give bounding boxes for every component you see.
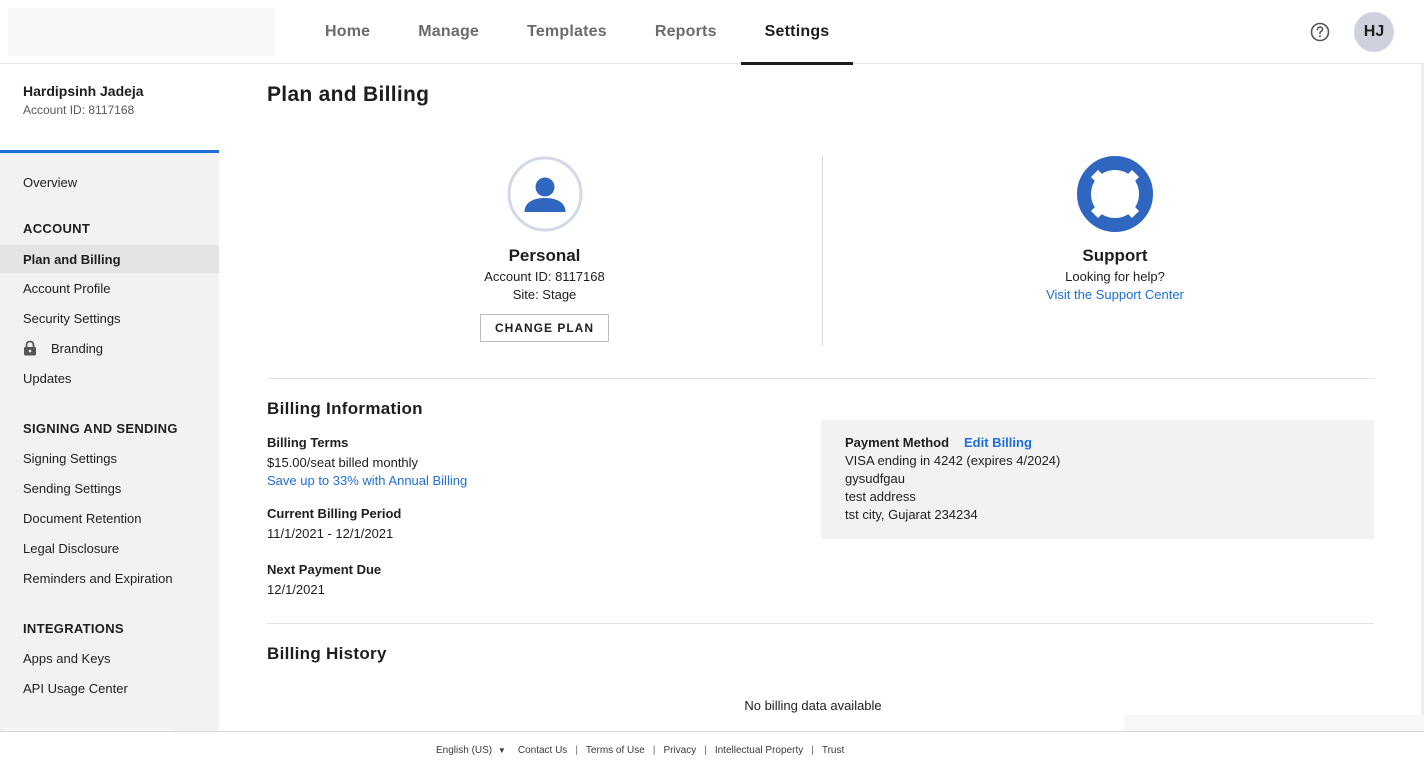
language-label: English (US) [436,745,493,756]
sidebar-item-signing-settings[interactable]: Signing Settings [0,444,219,472]
sidebar-item-api-usage-center[interactable]: API Usage Center [0,674,219,702]
billing-period-label: Current Billing Period [267,506,402,521]
payment-address: test address [845,489,916,504]
caret-down-icon: ▼ [497,746,506,755]
personal-site: Site: Stage [512,287,577,302]
language-selector[interactable]: English (US) ▼ [436,745,506,756]
sidebar-section-integrations: INTEGRATIONS [23,621,124,636]
nav-settings[interactable]: Settings [740,0,854,65]
sidebar-section-account: ACCOUNT [23,221,91,236]
footer-intellectual-property[interactable]: Intellectual Property [715,745,803,756]
payment-city: tst city, Gujarat 234234 [845,507,978,522]
person-icon [507,156,583,232]
section-divider [267,623,1374,624]
footer-separator: | [652,745,656,756]
footer-links: English (US) ▼ Contact Us | Terms of Use… [436,745,844,756]
page-title: Plan and Billing [267,83,430,106]
personal-title: Personal [508,246,581,265]
billing-history-empty: No billing data available [744,698,882,713]
logo-area [8,8,275,56]
footer-contact-us[interactable]: Contact Us [518,745,567,756]
sidebar-item-document-retention[interactable]: Document Retention [0,504,219,532]
annual-billing-link[interactable]: Save up to 33% with Annual Billing [267,473,467,488]
main-content: Plan and Billing Personal Account ID: 81… [219,64,1424,732]
support-title: Support [1082,246,1148,265]
billing-history-title: Billing History [267,644,387,663]
footer-separator: | [704,745,707,756]
personal-account-id: Account ID: 8117168 [484,269,605,284]
sidebar-user-info: Hardipsinh Jadeja Account ID: 8117168 [0,64,219,153]
sidebar-item-overview[interactable]: Overview [0,168,219,196]
user-account-id: Account ID: 8117168 [23,103,135,117]
settings-sidebar: Hardipsinh Jadeja Account ID: 8117168 Ov… [0,64,219,758]
sidebar-section-signing-and-sending: SIGNING AND SENDING [23,421,178,436]
change-plan-button[interactable]: CHANGE PLAN [479,314,609,342]
sidebar-item-branding[interactable]: Branding [0,334,219,362]
user-name: Hardipsinh Jadeja [23,83,144,99]
personal-plan-card: Personal Account ID: 8117168 Site: Stage… [267,156,822,346]
billing-details: Billing Terms $15.00/seat billed monthly… [267,435,767,597]
user-avatar[interactable]: HJ [1354,12,1394,52]
sidebar-item-reminders-and-expiration[interactable]: Reminders and Expiration [0,564,219,592]
sidebar-item-branding-label: Branding [51,340,104,356]
sidebar-item-updates[interactable]: Updates [0,364,219,392]
sidebar-item-plan-and-billing[interactable]: Plan and Billing [0,245,219,273]
billing-period-value: 11/1/2021 - 12/1/2021 [267,526,394,541]
nav-templates[interactable]: Templates [503,0,631,64]
support-card: Support Looking for help? Visit the Supp… [822,156,1407,346]
nav-reports[interactable]: Reports [631,0,741,64]
sidebar-item-security-settings[interactable]: Security Settings [0,304,219,332]
lifebuoy-icon [1077,156,1153,232]
footer: English (US) ▼ Contact Us | Terms of Use… [0,731,1424,766]
footer-separator: | [575,745,578,756]
next-payment-label: Next Payment Due [267,562,382,577]
lock-icon [23,340,37,356]
edit-billing-link[interactable]: Edit Billing [964,435,1032,450]
sidebar-item-apps-and-keys[interactable]: Apps and Keys [0,644,219,672]
billing-terms-label: Billing Terms [267,435,349,450]
footer-privacy[interactable]: Privacy [663,745,696,756]
footer-separator: | [811,745,814,756]
nav-manage[interactable]: Manage [394,0,503,64]
sidebar-item-sending-settings[interactable]: Sending Settings [0,474,219,502]
sidebar-item-account-profile[interactable]: Account Profile [0,274,219,302]
help-icon[interactable] [1309,21,1331,43]
billing-terms-value: $15.00/seat billed monthly [267,455,419,470]
section-divider [267,378,1374,379]
billing-information-title: Billing Information [267,399,423,418]
sidebar-item-legal-disclosure[interactable]: Legal Disclosure [0,534,219,562]
footer-trust[interactable]: Trust [822,745,844,756]
nav-home[interactable]: Home [301,0,394,64]
support-center-link[interactable]: Visit the Support Center [1046,287,1184,302]
support-text: Looking for help? [1065,269,1165,284]
payment-method-box: Payment Method Edit Billing VISA ending … [821,420,1374,539]
next-payment-value: 12/1/2021 [267,582,325,597]
main-nav: Home Manage Templates Reports Settings [301,0,854,65]
top-navigation-bar: Home Manage Templates Reports Settings H… [0,0,1424,65]
payment-name: gysudfgau [845,471,905,486]
payment-card: VISA ending in 4242 (expires 4/2024) [845,453,1061,468]
payment-method-label: Payment Method [845,435,950,450]
footer-terms-of-use[interactable]: Terms of Use [586,745,645,756]
